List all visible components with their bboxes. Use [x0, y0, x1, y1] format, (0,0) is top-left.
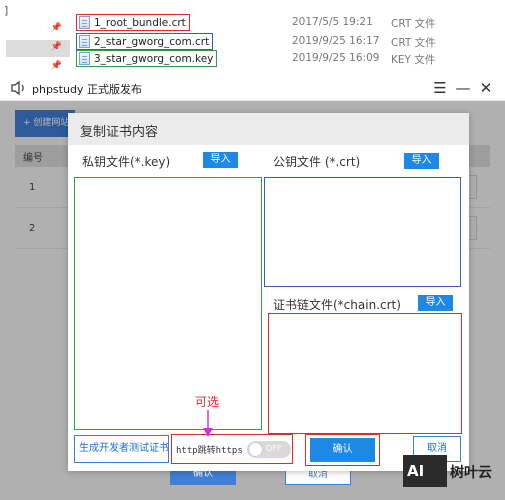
minimize-icon[interactable]: —	[455, 79, 471, 97]
file-date: 2019/9/25 16:17	[292, 35, 380, 47]
annotation-arrow-icon	[203, 410, 213, 437]
file-date: 2019/9/25 16:09	[292, 52, 380, 64]
app-titlebar: phpstudy 正式版发布 ☰ — ✕	[0, 75, 505, 101]
confirm-highlight: 确认	[305, 434, 380, 466]
pin-icon: 📌	[50, 42, 62, 52]
file-row[interactable]: 1_root_bundle.crt 2017/5/5 19:21 CRT 文件	[76, 14, 505, 31]
file-type: CRT 文件	[391, 37, 436, 49]
bracket-text: ]	[4, 4, 9, 17]
file-explorer: ] 📌 📌 📌 1_root_bundle.crt 2017/5/5 19:21…	[0, 0, 505, 75]
certificate-file-icon	[79, 16, 90, 29]
toggle-state-text: OFF	[266, 444, 282, 453]
private-key-textarea[interactable]	[74, 177, 262, 430]
file-name: 3_star_gworg_com.key	[94, 52, 214, 65]
pin-cell[interactable]: 📌	[6, 40, 70, 57]
watermark-text: 树叶云	[450, 465, 492, 481]
file-name-cell[interactable]: 3_star_gworg_com.key	[76, 50, 218, 67]
close-icon[interactable]: ✕	[478, 79, 494, 97]
import-public-key-button[interactable]: 导入	[404, 153, 439, 169]
dialog-header: 复制证书内容	[68, 113, 469, 145]
watermark-logo: AI	[403, 455, 447, 487]
https-redirect-toggle[interactable]: OFF	[247, 441, 291, 458]
copy-certificate-dialog: 复制证书内容 私钥文件(*.key) 导入 公钥文件 (*.crt) 导入 证书…	[68, 113, 469, 471]
file-type: KEY 文件	[391, 54, 436, 66]
toggle-knob	[249, 443, 262, 456]
import-chain-button[interactable]: 导入	[418, 295, 453, 311]
https-redirect-label: http跳转https	[176, 446, 243, 456]
file-name: 2_star_gworg_com.crt	[94, 35, 210, 48]
pin-icon: 📌	[50, 61, 62, 71]
confirm-button[interactable]: 确认	[310, 438, 375, 462]
file-type: CRT 文件	[391, 18, 436, 30]
optional-annotation: 可选	[195, 395, 220, 409]
file-row[interactable]: 3_star_gworg_com.key 2019/9/25 16:09 KEY…	[76, 50, 505, 67]
pin-cell[interactable]: 📌	[6, 59, 70, 76]
menu-icon[interactable]: ☰	[432, 79, 448, 97]
public-key-label: 公钥文件 (*.crt)	[273, 155, 361, 169]
public-key-textarea[interactable]	[264, 177, 461, 287]
dialog-title: 复制证书内容	[80, 125, 159, 140]
key-file-icon	[79, 52, 90, 65]
pin-cell[interactable]: 📌	[6, 21, 70, 38]
chain-file-textarea[interactable]	[268, 313, 462, 434]
speaker-icon	[11, 80, 24, 96]
watermark: AI 树叶云	[403, 455, 503, 489]
file-name-cell[interactable]: 1_root_bundle.crt	[76, 14, 190, 31]
file-row[interactable]: 2_star_gworg_com.crt 2019/9/25 16:17 CRT…	[76, 33, 505, 50]
pin-icon: 📌	[50, 23, 62, 33]
file-name: 1_root_bundle.crt	[94, 16, 186, 29]
https-redirect-group: http跳转https OFF	[171, 434, 293, 464]
import-private-key-button[interactable]: 导入	[203, 152, 238, 168]
generate-test-cert-button[interactable]: 生成开发者测试证书	[74, 435, 169, 463]
private-key-label: 私钥文件(*.key)	[82, 155, 171, 169]
app-title: phpstudy 正式版发布	[32, 83, 142, 96]
certificate-file-icon	[79, 35, 90, 48]
file-date: 2017/5/5 19:21	[292, 16, 373, 28]
chain-file-label: 证书链文件(*chain.crt)	[273, 298, 401, 312]
file-name-cell[interactable]: 2_star_gworg_com.crt	[76, 33, 214, 50]
